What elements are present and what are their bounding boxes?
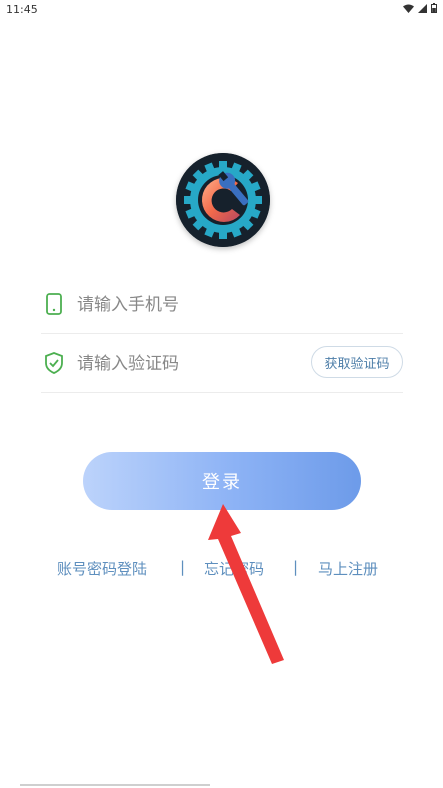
forgot-password-link[interactable]: 忘记密码 bbox=[204, 558, 264, 579]
bottom-links: 账号密码登陆 | 忘记密码 | 马上注册 bbox=[0, 556, 443, 580]
shield-check-icon bbox=[45, 352, 63, 374]
gear-wrench-logo bbox=[176, 153, 270, 247]
phone-icon bbox=[46, 293, 62, 315]
status-icons bbox=[403, 3, 437, 13]
code-field: 获取验证码 bbox=[41, 334, 403, 393]
get-code-button[interactable]: 获取验证码 bbox=[311, 346, 403, 378]
code-input[interactable] bbox=[75, 348, 319, 380]
status-bar: 11:45 bbox=[0, 0, 443, 20]
wifi-icon bbox=[403, 4, 414, 13]
link-separator: | bbox=[293, 558, 299, 576]
home-indicator bbox=[20, 784, 210, 786]
phone-field bbox=[41, 275, 403, 334]
account-login-link[interactable]: 账号密码登陆 bbox=[57, 558, 147, 579]
red-arrow-annotation bbox=[208, 504, 284, 664]
signal-icon bbox=[418, 3, 427, 13]
phone-input[interactable] bbox=[75, 289, 319, 321]
app-logo bbox=[176, 153, 270, 247]
login-button[interactable]: 登录 bbox=[83, 452, 361, 510]
status-time: 11:45 bbox=[6, 3, 38, 16]
register-link[interactable]: 马上注册 bbox=[318, 558, 378, 579]
battery-icon bbox=[431, 3, 437, 13]
link-separator: | bbox=[180, 558, 186, 576]
